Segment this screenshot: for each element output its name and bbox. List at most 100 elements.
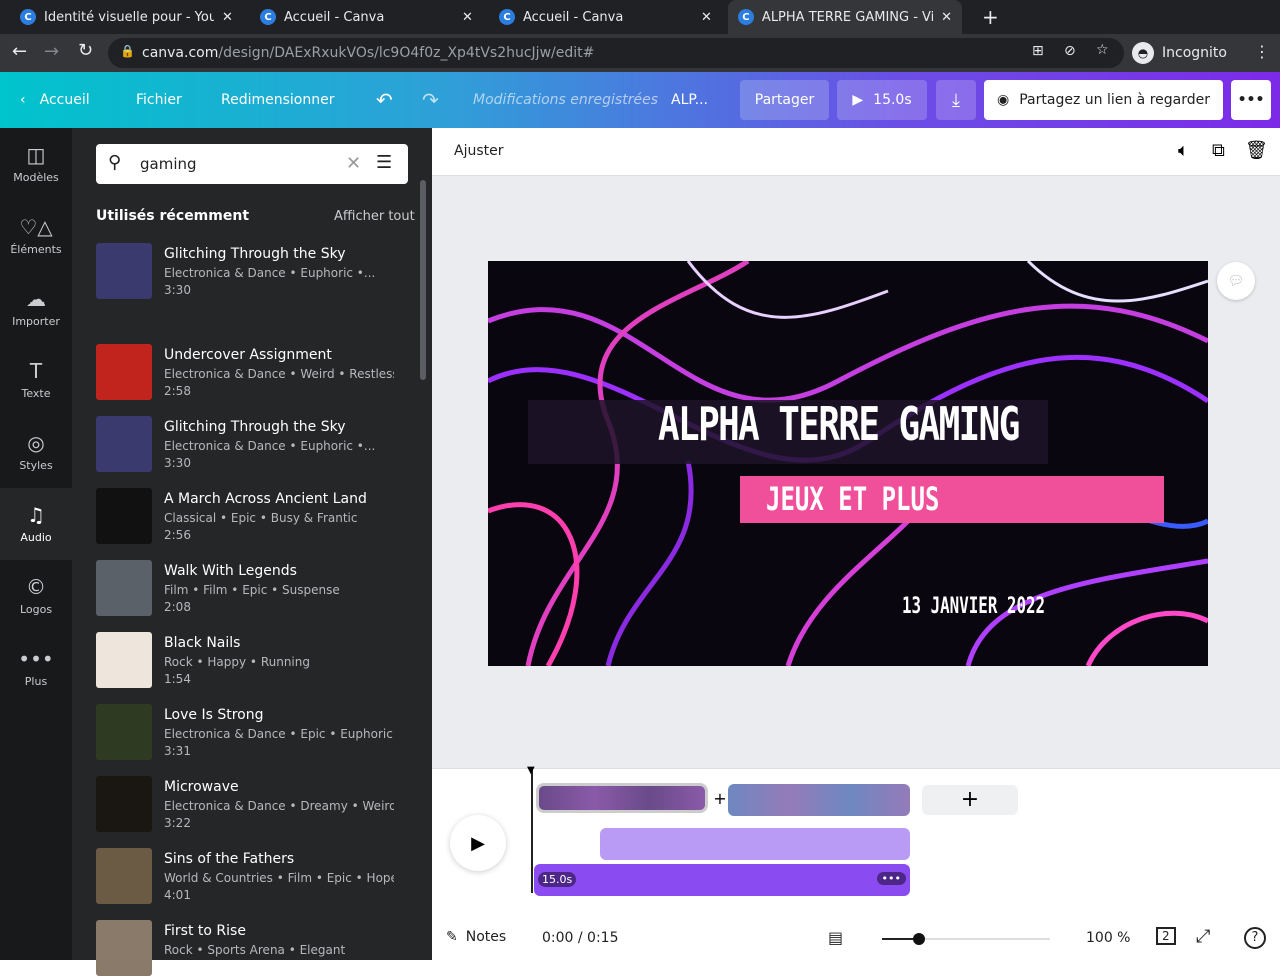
track-tags: Electronica & Dance • Dreamy • Weird <box>164 799 394 813</box>
share-link-button[interactable]: ◉ Partagez un lien à regarder <box>984 80 1223 120</box>
adjust-button[interactable]: Ajuster <box>454 143 504 159</box>
text-icon: T <box>29 359 43 383</box>
playhead[interactable] <box>531 769 533 893</box>
design-title[interactable]: ALP... <box>671 72 708 128</box>
duplicate-icon[interactable]: ⧉ <box>1212 140 1225 161</box>
zoom-level[interactable]: 100 % <box>1086 930 1130 946</box>
design-page[interactable]: ALPHA TERRE GAMING JEUX ET PLUS 13 JANVI… <box>488 261 1208 666</box>
track-duration: 3:30 <box>164 283 191 297</box>
share-button[interactable]: Partager <box>740 80 829 120</box>
audio-list-item[interactable]: Walk With Legends Film • Film • Epic • S… <box>96 560 416 616</box>
rail-logos[interactable]: © Logos <box>0 560 72 632</box>
close-tab-icon[interactable]: ✕ <box>222 10 233 25</box>
trash-icon[interactable]: 🗑︎ <box>1245 140 1268 161</box>
scene-clip-1[interactable] <box>536 783 708 813</box>
url-field[interactable]: 🔒 canva.com/design/DAExRxukVOs/lc9O4f0z_… <box>108 38 1124 68</box>
audio-list-item[interactable]: Black Nails Rock • Happy • Running 1:54 <box>96 632 416 688</box>
search-icon: ⚲ <box>108 152 122 173</box>
audio-list-item[interactable]: Glitching Through the Sky Electronica & … <box>96 243 416 299</box>
playhead-handle-icon[interactable]: ▼ <box>527 765 535 776</box>
timeline: ▶ ▼ + + 15.0s ••• <box>432 765 1280 916</box>
grid-view-icon[interactable]: ▤ <box>828 928 843 947</box>
browser-tab[interactable]: C Accueil - Canva ✕ <box>489 0 722 34</box>
zoom-slider[interactable] <box>882 938 1050 940</box>
rail-text[interactable]: T Texte <box>0 344 72 416</box>
browser-tab[interactable]: C Identité visuelle pour - You ✕ <box>10 0 243 34</box>
rail-more[interactable]: ••• Plus <box>0 632 72 704</box>
more-options-button[interactable]: ••• <box>1231 80 1271 120</box>
zoom-slider-handle[interactable] <box>912 933 925 945</box>
notes-button[interactable]: ✎ Notes <box>446 929 506 945</box>
rail-styles[interactable]: ◎ Styles <box>0 416 72 488</box>
bookmark-star-icon[interactable]: ☆ <box>1096 42 1109 58</box>
play-preview-button[interactable]: ▶ 15.0s <box>837 80 927 120</box>
save-status: Modifications enregistrées <box>473 92 658 108</box>
track-duration: 3:22 <box>164 816 191 830</box>
new-tab-button[interactable]: + <box>972 0 1009 34</box>
incognito-badge[interactable]: ◓ Incognito <box>1132 39 1227 67</box>
album-art <box>96 344 152 400</box>
rail-elements[interactable]: ♡△ Éléments <box>0 200 72 272</box>
help-icon[interactable]: ? <box>1244 927 1266 949</box>
volume-icon[interactable]: 🔈︎ <box>1178 140 1189 161</box>
audio-list-item[interactable]: Microwave Electronica & Dance • Dreamy •… <box>96 776 416 832</box>
clear-search-icon[interactable]: ✕ <box>346 153 361 174</box>
timeline-play-button[interactable]: ▶ <box>450 815 506 871</box>
search-input[interactable]: ⚲ gaming ✕ ☰ <box>96 144 408 184</box>
audio-track-1[interactable] <box>600 828 910 860</box>
audio-list-item[interactable]: A March Across Ancient Land Classical • … <box>96 488 416 544</box>
album-art <box>96 243 152 299</box>
audio-list-item[interactable]: Undercover Assignment Electronica & Danc… <box>96 344 416 400</box>
add-comment-icon[interactable]: 💬︎ <box>1217 262 1255 300</box>
audio-more-icon[interactable]: ••• <box>876 872 906 885</box>
close-tab-icon[interactable]: ✕ <box>941 10 952 25</box>
download-icon[interactable]: ⤓ <box>936 80 976 120</box>
add-transition-icon[interactable]: + <box>710 789 730 809</box>
add-scene-button[interactable]: + <box>922 785 1018 815</box>
track-tags: Film • Film • Epic • Suspense <box>164 583 340 597</box>
canva-favicon-icon: C <box>20 9 36 25</box>
lock-icon: 🔒 <box>120 44 135 58</box>
browser-tab-active[interactable]: C ALPHA TERRE GAMING - Vi ✕ <box>728 0 962 34</box>
audio-track-2[interactable]: 15.0s ••• <box>534 864 910 896</box>
scene-clip-2[interactable] <box>728 784 910 816</box>
see-all-link[interactable]: Afficher tout <box>334 209 415 224</box>
panel-scrollbar[interactable] <box>420 180 426 380</box>
audio-list-item[interactable]: First to Rise Rock • Sports Arena • Eleg… <box>96 920 416 976</box>
browser-menu-icon[interactable]: ⋮ <box>1254 42 1270 61</box>
fullscreen-icon[interactable]: ⤢ <box>1196 926 1210 947</box>
rail-templates[interactable]: ◫ Modèles <box>0 128 72 200</box>
rail-audio[interactable]: ♫ Audio <box>0 488 72 560</box>
browser-tab[interactable]: C Accueil - Canva ✕ <box>250 0 483 34</box>
audio-list-item[interactable]: Sins of the Fathers World & Countries • … <box>96 848 416 904</box>
redo-icon[interactable]: ↷ <box>422 72 439 128</box>
track-duration: 2:08 <box>164 600 191 614</box>
canva-favicon-icon: C <box>738 9 754 25</box>
rail-upload[interactable]: ☁ Importer <box>0 272 72 344</box>
home-button[interactable]: ‹ Accueil <box>20 72 90 128</box>
track-tags: Rock • Sports Arena • Elegant <box>164 943 346 957</box>
filter-sliders-icon[interactable]: ☰ <box>376 152 392 173</box>
undo-icon[interactable]: ↶ <box>376 72 393 128</box>
editor-toolbar: Ajuster 🔈︎ ⧉ 🗑︎ <box>432 128 1280 176</box>
tracking-icon[interactable]: ⊘ <box>1064 43 1076 59</box>
pages-button[interactable]: 2 <box>1156 927 1176 945</box>
design-date-text[interactable]: 13 JANVIER 2022 <box>902 594 1045 619</box>
close-tab-icon[interactable]: ✕ <box>462 10 473 25</box>
translate-icon[interactable]: ⊞ <box>1032 43 1044 59</box>
design-title-text[interactable]: ALPHA TERRE GAMING <box>658 397 1020 451</box>
reload-icon[interactable]: ↻ <box>78 40 93 61</box>
track-duration: 4:01 <box>164 888 191 902</box>
resize-button[interactable]: Redimensionner <box>221 72 334 128</box>
back-icon[interactable]: ← <box>12 41 27 62</box>
audio-list-item[interactable]: Love Is Strong Electronica & Dance • Epi… <box>96 704 416 760</box>
close-tab-icon[interactable]: ✕ <box>701 10 712 25</box>
track-tags: Electronica & Dance • Euphoric •... <box>164 266 376 280</box>
track-duration: 1:54 <box>164 672 191 686</box>
forward-icon[interactable]: → <box>44 41 59 62</box>
track-title: Walk With Legends <box>164 563 297 579</box>
palette-icon: ◎ <box>27 431 45 455</box>
subtitle-banner[interactable]: JEUX ET PLUS <box>740 476 1164 523</box>
file-menu-button[interactable]: Fichier <box>136 72 182 128</box>
audio-list-item[interactable]: Glitching Through the Sky Electronica & … <box>96 416 416 472</box>
